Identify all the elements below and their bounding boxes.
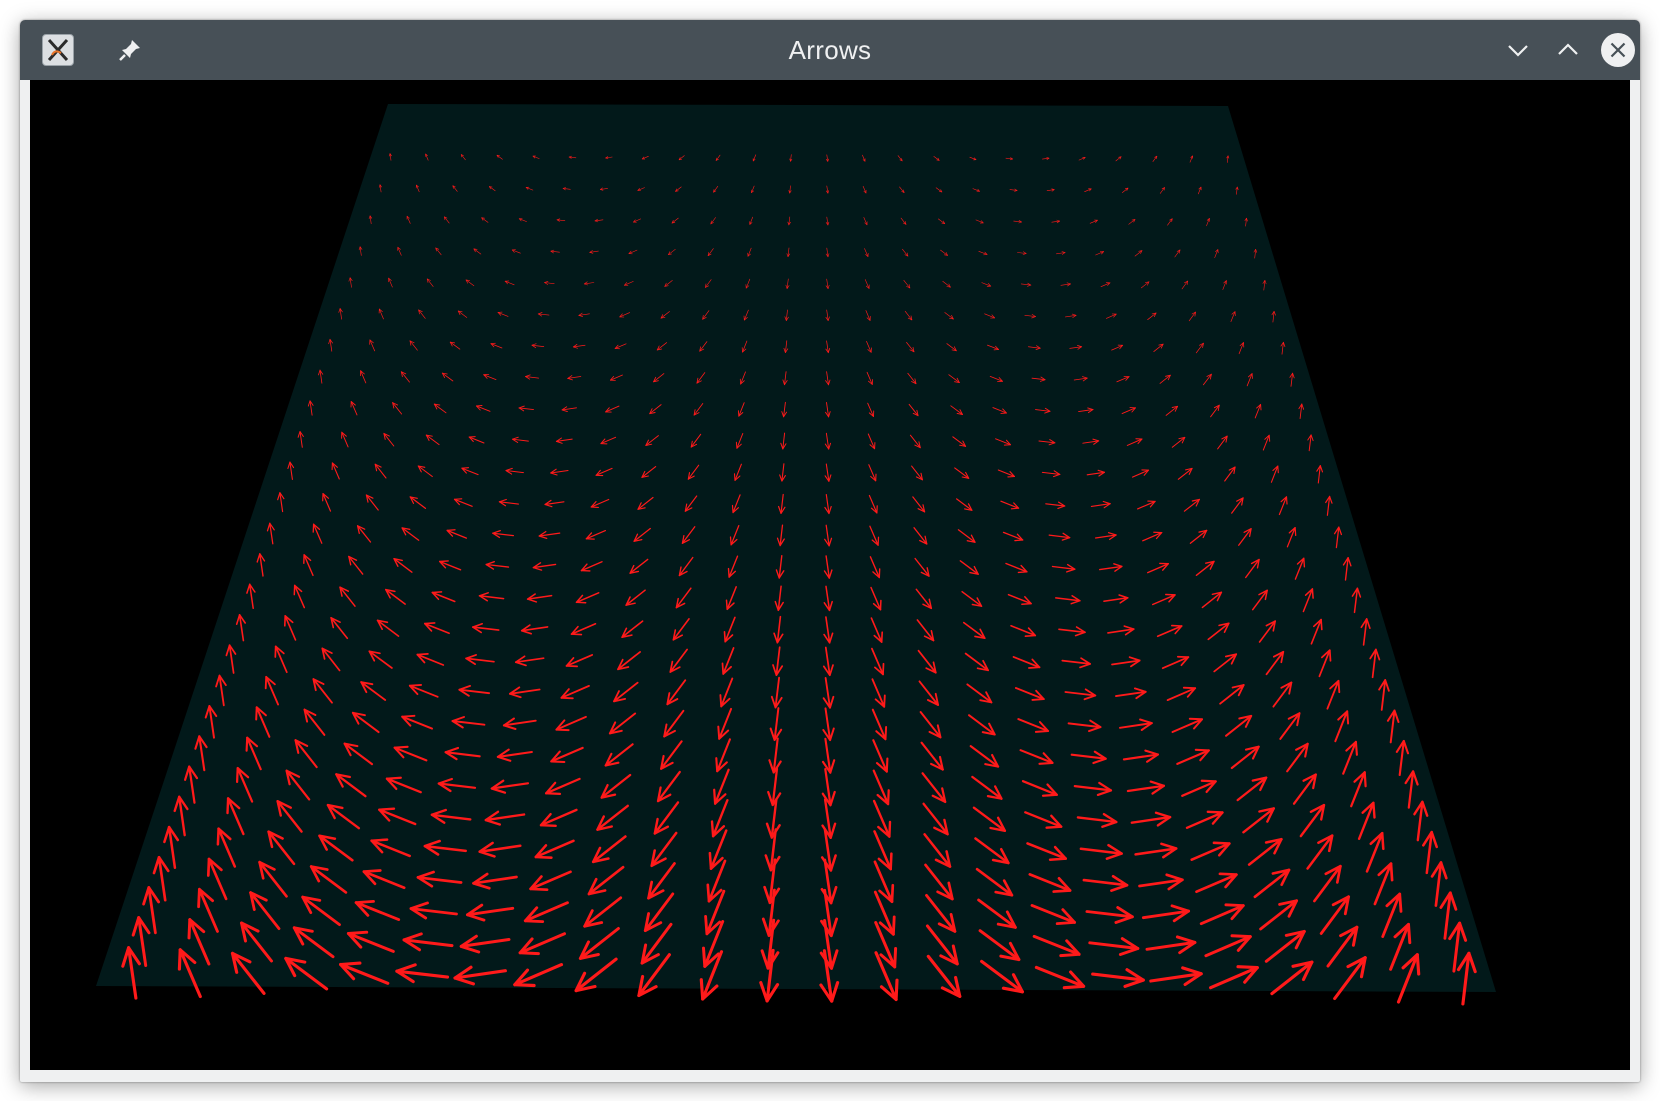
close-button[interactable] [1600,32,1636,68]
title-bar[interactable]: Arrows [20,20,1640,80]
close-icon [1601,33,1635,67]
ground-plane [96,104,1496,992]
window-title: Arrows [788,35,872,65]
minimize-button[interactable] [1500,32,1536,68]
application-window: Arrows [20,20,1640,1082]
arrow-field-scene [96,104,1496,1006]
chevron-up-icon [1558,43,1578,55]
render-viewport[interactable] [30,80,1630,1070]
chevron-down-icon [1508,45,1528,57]
maximize-button[interactable] [1550,32,1586,68]
